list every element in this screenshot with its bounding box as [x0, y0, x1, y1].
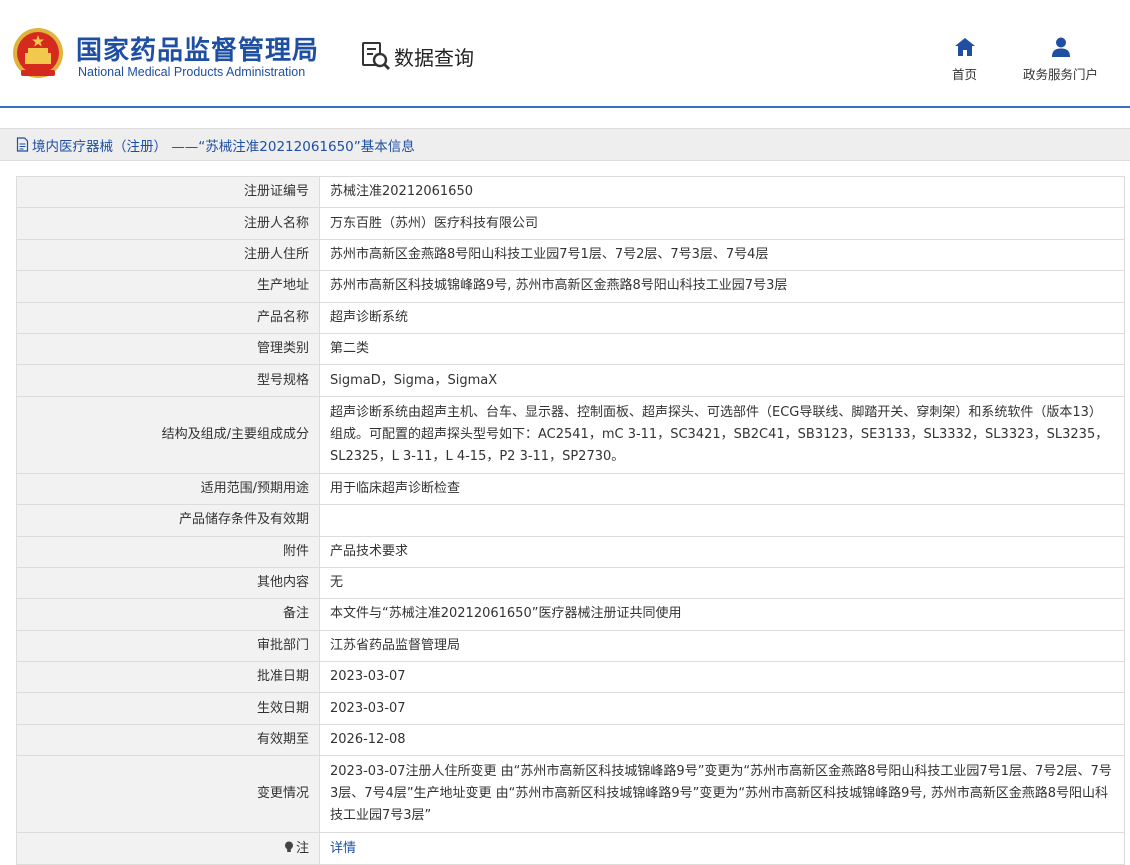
nav-home-label: 首页: [952, 67, 978, 82]
table-row: 管理类别 第二类: [16, 332, 1125, 366]
row-label: 其他内容: [16, 566, 320, 600]
note-row: 注 详情: [16, 832, 1125, 865]
row-label: 注册人名称: [16, 207, 320, 240]
section-title: 境内医疗器械（注册） ——“苏械注准20212061650”基本信息: [32, 138, 415, 155]
document-icon: [16, 137, 29, 152]
site-title-en: National Medical Products Administration: [78, 65, 306, 79]
row-value: 第二类: [319, 332, 1125, 366]
table-row: 生效日期 2023-03-07: [16, 692, 1125, 725]
nav-service-portal-label: 政务服务门户: [1023, 67, 1099, 82]
data-search-icon: [362, 42, 390, 70]
row-label: 备注: [16, 598, 320, 631]
table-row: 批准日期 2023-03-07: [16, 661, 1125, 694]
row-value: 2023-03-07注册人住所变更 由“苏州市高新区科技城锦峰路9号”变更为“苏…: [319, 755, 1125, 834]
table-row: 产品名称 超声诊断系统: [16, 301, 1125, 334]
table-row: 备注 本文件与“苏械注准20212061650”医疗器械注册证共同使用: [16, 598, 1125, 631]
device-info-table-body: 注册证编号 苏械注准20212061650 注册人名称 万东百胜（苏州）医疗科技有限公…: [16, 175, 1125, 865]
row-label: 生产地址: [16, 270, 320, 303]
row-label: 附件: [16, 535, 320, 568]
table-row: 其他内容无: [16, 566, 1125, 600]
table-row: 变更情况 2023-03-07注册人住所变更 由“苏州市高新区科技城锦峰路9号”变…: [16, 755, 1125, 834]
home-icon: [954, 38, 975, 56]
row-value: 用于临床超声诊断检查: [319, 472, 1125, 506]
row-label: 有效期至: [16, 723, 320, 757]
lightbulb-icon: [284, 841, 293, 852]
site-title[interactable]: 国家药品监督管理局: [76, 30, 319, 67]
table-row: 有效期至 2026-12-08: [16, 723, 1125, 757]
details-link[interactable]: 详情: [330, 841, 356, 856]
row-value: 超声诊断系统: [319, 301, 1125, 334]
row-value: 无: [319, 566, 1125, 600]
nav-service-portal[interactable]: 政务服务门户: [1023, 36, 1098, 83]
row-value: 苏州市高新区金燕路8号阳山科技工业园7号1层、7号2层、7号3层、7号4层: [319, 238, 1125, 272]
row-label: 变更情况: [16, 755, 320, 834]
table-row: 结构及组成/主要组成成分 超声诊断系统由超声主机、台车、显示器、控制面板、超声探头…: [16, 395, 1125, 474]
data-query-label: 数据查询: [394, 45, 474, 70]
row-label: 管理类别: [16, 332, 320, 366]
note-label: 注: [295, 840, 309, 856]
national-emblem-icon: [13, 28, 63, 78]
device-info-table: 注册证编号 苏械注准20212061650 注册人名称 万东百胜（苏州）医疗科技有限公…: [16, 175, 1125, 865]
row-label: 结构及组成/主要组成成分: [16, 395, 320, 474]
row-label: 注册人住所: [16, 238, 320, 272]
row-label: 生效日期: [16, 692, 320, 725]
row-label: 适用范围/预期用途: [16, 472, 320, 506]
note-label-cell: 注: [16, 832, 320, 865]
section-title-bar: 境内医疗器械（注册） ——“苏械注准20212061650”基本信息: [0, 128, 1130, 161]
row-label: 产品名称: [16, 301, 320, 334]
note-value-cell: 详情: [319, 832, 1125, 865]
user-icon: [1051, 37, 1070, 57]
row-label: 批准日期: [16, 661, 320, 694]
row-value: 本文件与“苏械注准20212061650”医疗器械注册证共同使用: [319, 598, 1125, 631]
data-query-heading: 数据查询: [360, 40, 474, 72]
row-label: 型号规格: [16, 364, 320, 397]
site-header: 国家药品监督管理局 National Medical Products Admi…: [0, 0, 1130, 108]
table-row: 生产地址 苏州市高新区科技城锦峰路9号, 苏州市高新区金燕路8号阳山科技工业园7号…: [16, 270, 1125, 303]
row-value: 万东百胜（苏州）医疗科技有限公司: [319, 207, 1125, 240]
row-value: 2023-03-07: [319, 692, 1125, 725]
nav-home[interactable]: 首页: [952, 36, 977, 83]
row-value: 产品技术要求: [319, 535, 1125, 568]
table-row: 注册人名称 万东百胜（苏州）医疗科技有限公司: [16, 207, 1125, 240]
table-row: 附件 产品技术要求: [16, 535, 1125, 568]
row-value: [319, 504, 1125, 537]
row-value: 苏州市高新区科技城锦峰路9号, 苏州市高新区金燕路8号阳山科技工业园7号3层: [319, 270, 1125, 303]
row-value: 超声诊断系统由超声主机、台车、显示器、控制面板、超声探头、可选部件（ECG导联线…: [319, 395, 1125, 474]
table-row: 型号规格 SigmaD，Sigma，SigmaX: [16, 364, 1125, 397]
row-label: 审批部门: [16, 629, 320, 663]
row-label: 注册证编号: [16, 175, 320, 209]
row-value: 江苏省药品监督管理局: [319, 629, 1125, 663]
row-label: 产品储存条件及有效期: [16, 504, 320, 537]
table-row: 注册人住所 苏州市高新区金燕路8号阳山科技工业园7号1层、7号2层、7号3层、7号…: [16, 238, 1125, 272]
table-row: 注册证编号 苏械注准20212061650: [16, 175, 1125, 209]
table-row: 审批部门 江苏省药品监督管理局: [16, 629, 1125, 663]
table-row: 产品储存条件及有效期: [16, 504, 1125, 537]
row-value: SigmaD，Sigma，SigmaX: [319, 364, 1125, 397]
row-value: 2026-12-08: [319, 723, 1125, 757]
table-row: 适用范围/预期用途 用于临床超声诊断检查: [16, 472, 1125, 506]
row-value: 2023-03-07: [319, 661, 1125, 694]
row-value: 苏械注准20212061650: [319, 175, 1125, 209]
